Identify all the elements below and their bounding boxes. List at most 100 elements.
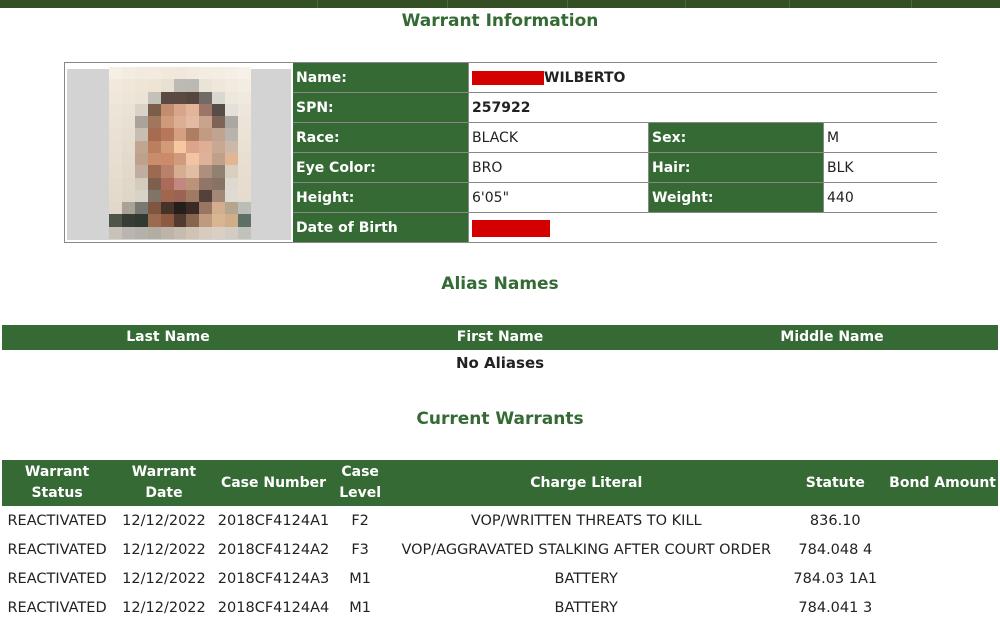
cell-bond-amount xyxy=(887,593,998,622)
photo-pixel xyxy=(109,103,122,117)
photo-pixel xyxy=(134,177,148,190)
nav-segment[interactable] xyxy=(568,0,686,8)
photo-pixel xyxy=(225,79,239,92)
row-spn: SPN: 257922 xyxy=(293,93,937,123)
photo-pixel xyxy=(160,165,174,178)
cell-case-level: M1 xyxy=(349,570,371,587)
photo-pixel xyxy=(147,177,161,190)
photo-pixel xyxy=(238,202,251,215)
row-eye-hair: Eye Color: BRO Hair: BLK xyxy=(293,153,937,183)
photo-pixel xyxy=(134,202,148,215)
photo-pixel xyxy=(109,226,122,239)
row-race-sex: Race: BLACK Sex: M xyxy=(293,123,937,153)
photo-pixel xyxy=(147,202,161,215)
row-dob: Date of Birth xyxy=(293,213,937,242)
label-height: Height: xyxy=(293,183,469,213)
cell-warrant-status: REACTIVATED xyxy=(7,570,107,587)
warrants-table: Warrant Status Warrant Date Case Number … xyxy=(2,460,998,622)
photo-pixel xyxy=(173,128,187,141)
photo-pixel xyxy=(212,189,226,203)
photo-pixel xyxy=(225,140,239,153)
photo-pixel xyxy=(173,177,187,190)
photo-pixel xyxy=(160,103,174,117)
photo-pixel xyxy=(212,177,226,190)
photo-pixel xyxy=(134,91,148,104)
label-eye-color: Eye Color: xyxy=(293,153,469,183)
col-warrant-date: Warrant Date xyxy=(112,460,216,506)
alias-names-title: Alias Names xyxy=(441,274,559,294)
photo-pixel xyxy=(186,91,200,104)
photo-pixel xyxy=(238,116,251,129)
cell-case-number: 2018CF4124A4 xyxy=(217,599,330,616)
cell-warrant-date: 12/12/2022 xyxy=(122,512,206,529)
photo-pixel xyxy=(109,91,122,104)
photo-pixel xyxy=(212,165,226,178)
cell-case-number: 2018CF4124A1 xyxy=(217,512,330,529)
photo-pixel xyxy=(212,202,226,215)
photo-pixel xyxy=(121,177,135,190)
nav-segment[interactable] xyxy=(912,0,1000,8)
photo-pixel xyxy=(212,116,226,129)
alias-col-first-name: First Name xyxy=(456,329,544,345)
col-bond-amount: Bond Amount xyxy=(887,460,998,506)
alias-table-header: Last Name First Name Middle Name xyxy=(2,325,998,350)
warrant-row: REACTIVATED 12/12/2022 2018CF4124A2 F3 VOP/A… xyxy=(2,535,998,564)
photo-pixel xyxy=(186,214,200,227)
nav-segment[interactable] xyxy=(0,0,318,8)
photo-pixel xyxy=(199,128,213,141)
label-weight: Weight: xyxy=(649,183,824,213)
photo-pixel xyxy=(109,128,122,141)
photo-pixel xyxy=(160,67,174,80)
photo-pixel xyxy=(173,165,187,178)
photo-pixel xyxy=(109,116,122,129)
row-height-weight: Height: 6'05" Weight: 440 xyxy=(293,183,937,213)
photo-pixel xyxy=(199,226,213,239)
photo-pixel xyxy=(109,152,122,166)
photo-pixel xyxy=(160,79,174,92)
nav-segment[interactable] xyxy=(448,0,568,8)
photo-pixel xyxy=(121,152,135,166)
nav-segment[interactable] xyxy=(790,0,912,8)
photo-pixel xyxy=(225,67,239,80)
photo-pixel xyxy=(225,103,239,117)
photo-pixel xyxy=(199,214,213,227)
photo-pixel xyxy=(186,79,200,92)
cell-statute: 784.03 1A1 xyxy=(793,570,878,587)
photo-pixel xyxy=(160,214,174,227)
cell-warrant-status: REACTIVATED xyxy=(7,541,107,558)
cell-bond-amount xyxy=(887,564,998,593)
photo-pixel xyxy=(225,202,239,215)
photo-pixel xyxy=(199,177,213,190)
photo-pixel xyxy=(134,226,148,239)
value-weight: 440 xyxy=(824,183,937,213)
photo-pixel xyxy=(121,67,135,80)
photo-pixel xyxy=(109,165,122,178)
photo-pixel xyxy=(225,128,239,141)
value-spn: 257922 xyxy=(469,93,937,123)
photo-cell xyxy=(65,63,292,242)
photo-pixel xyxy=(147,128,161,141)
cell-charge-literal: VOP/AGGRAVATED STALKING AFTER COURT ORDE… xyxy=(401,541,772,558)
photo-pixel xyxy=(186,177,200,190)
photo-pixel xyxy=(186,103,200,117)
nav-segment[interactable] xyxy=(318,0,448,8)
photo-pixel xyxy=(121,103,135,117)
photo-pixel xyxy=(238,165,251,178)
photo-pixel xyxy=(121,214,135,227)
photo-pixel xyxy=(147,214,161,227)
photo-pixel xyxy=(109,67,122,80)
nav-segment[interactable] xyxy=(686,0,790,8)
photo-pixel xyxy=(186,152,200,166)
warrant-row: REACTIVATED 12/12/2022 2018CF4124A3 M1 BATTE… xyxy=(2,564,998,593)
photo-pixel xyxy=(160,177,174,190)
photo-pixel xyxy=(173,67,187,80)
photo-pixel xyxy=(212,226,226,239)
photo-pixel xyxy=(121,79,135,92)
photo-pixel xyxy=(134,103,148,117)
photo-pixel xyxy=(225,189,239,203)
photo-pixel xyxy=(173,214,187,227)
warrant-row: REACTIVATED 12/12/2022 2018CF4124A4 M1 BATTE… xyxy=(2,593,998,622)
photo-pixel xyxy=(134,189,148,203)
warrant-row: REACTIVATED 12/12/2022 2018CF4124A1 F2 VOP/W… xyxy=(2,506,998,535)
photo-pixel xyxy=(147,116,161,129)
